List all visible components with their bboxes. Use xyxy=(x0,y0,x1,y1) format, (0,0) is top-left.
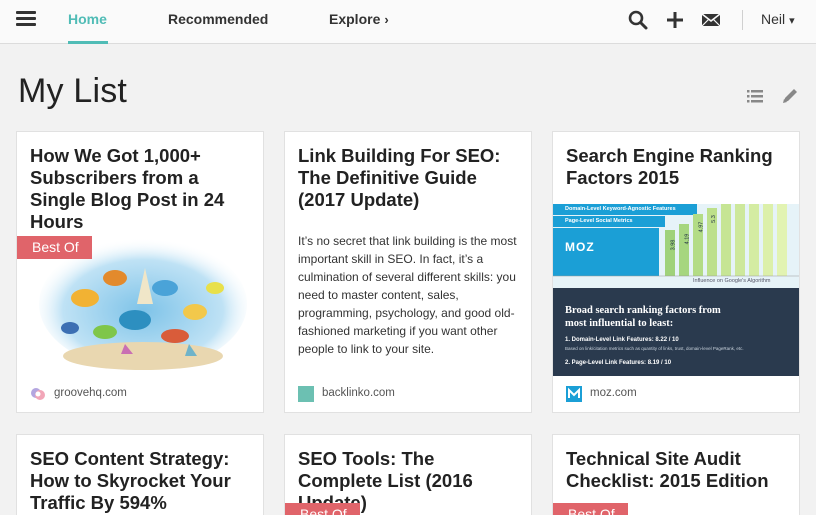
moz-image-item-1: 1. Domain-Level Link Features: 8.22 / 10 xyxy=(565,337,679,343)
groovehq-favicon-icon xyxy=(31,388,45,400)
backlinko-favicon-icon xyxy=(298,386,314,402)
moz-image-feature-1: Domain-Level Keyword-Agnostic Features xyxy=(565,206,676,212)
source-domain: backlinko.com xyxy=(322,387,395,399)
moz-image-value: 4.19 xyxy=(684,233,691,245)
article-card[interactable]: Search Engine Ranking Factors 2015 Domai… xyxy=(552,131,800,413)
card-title[interactable]: Link Building For SEO: The Definitive Gu… xyxy=(298,145,523,211)
user-menu[interactable]: Neil ▾ xyxy=(761,11,795,27)
search-icon[interactable] xyxy=(627,9,649,31)
article-card[interactable]: SEO Tools: The Complete List (2016 Updat… xyxy=(284,434,532,515)
mail-icon[interactable] xyxy=(700,9,722,31)
chevron-right-icon: › xyxy=(384,12,389,27)
tab-explore-label: Explore xyxy=(329,11,381,27)
tab-home[interactable]: Home xyxy=(68,11,107,27)
tab-explore[interactable]: Explore › xyxy=(329,11,389,27)
page-title: My List xyxy=(18,72,128,110)
moz-image-headline: Broad search ranking factors from most i… xyxy=(565,305,721,329)
article-card[interactable]: Technical Site Audit Checklist: 2015 Edi… xyxy=(552,434,800,515)
top-navigation-bar: Home Recommended Explore › Neil ▾ xyxy=(0,0,816,44)
best-of-badge: Best Of xyxy=(553,503,628,515)
moz-image-value: 5.3 xyxy=(710,215,717,223)
tab-recommended[interactable]: Recommended xyxy=(168,11,268,27)
chevron-down-icon: ▾ xyxy=(789,15,795,27)
user-name: Neil xyxy=(761,11,786,27)
card-title[interactable]: How We Got 1,000+ Subscribers from a Sin… xyxy=(30,145,255,233)
card-title[interactable]: SEO Content Strategy: How to Skyrocket Y… xyxy=(30,448,255,514)
best-of-badge: Best Of xyxy=(17,236,92,259)
edit-icon[interactable] xyxy=(781,87,799,105)
article-card[interactable]: Link Building For SEO: The Definitive Gu… xyxy=(284,131,532,413)
best-of-badge: Best Of xyxy=(285,503,360,515)
moz-image-item-1-sub: Based on link/citation metrics such as q… xyxy=(565,346,744,351)
article-card[interactable]: SEO Content Strategy: How to Skyrocket Y… xyxy=(16,434,264,515)
toolbar-divider xyxy=(742,10,743,30)
source-domain: groovehq.com xyxy=(54,387,127,399)
list-view-icon[interactable] xyxy=(746,87,764,105)
moz-image-item-2: 2. Page-Level Link Features: 8.19 / 10 xyxy=(565,360,672,366)
card-title[interactable]: Technical Site Audit Checklist: 2015 Edi… xyxy=(566,448,791,492)
moz-image-value: 3.98 xyxy=(670,239,677,251)
card-excerpt: It’s no secret that link building is the… xyxy=(298,234,517,356)
plus-icon[interactable] xyxy=(664,9,686,31)
moz-image-value: 4.97 xyxy=(698,221,705,233)
source-domain: moz.com xyxy=(590,387,637,399)
card-title[interactable]: Search Engine Ranking Factors 2015 xyxy=(566,145,791,189)
active-tab-indicator xyxy=(68,41,108,44)
moz-favicon-icon xyxy=(566,386,582,402)
moz-image-logo: MOZ xyxy=(565,240,595,254)
moz-image-caption: Influence on Google's Algorithm xyxy=(693,278,771,284)
moz-image-feature-2: Page-Level Social Metrics xyxy=(565,218,633,224)
menu-icon[interactable] xyxy=(16,11,36,27)
article-card[interactable]: How We Got 1,000+ Subscribers from a Sin… xyxy=(16,131,264,413)
